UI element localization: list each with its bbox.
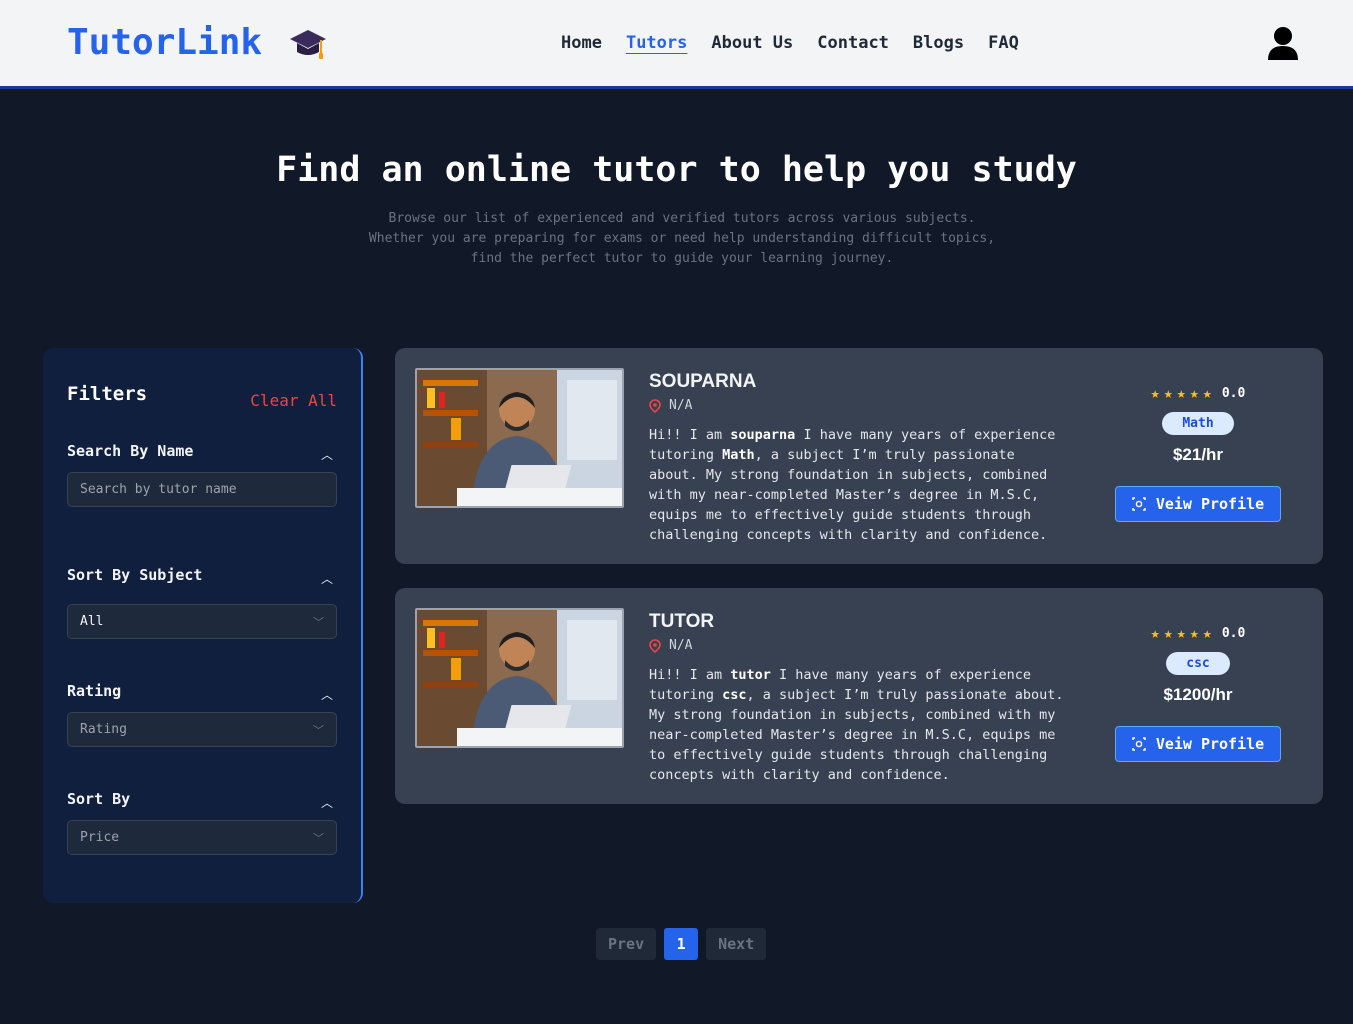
tutor-summary: ★ ★ ★ ★ ★ 0.0 Math $21/hr Veiw Profile (1114, 384, 1282, 522)
tutor-bio: Hi!! I am tutor I have many years of exp… (649, 665, 1069, 785)
rating-value: 0.0 (1221, 385, 1246, 401)
location-pin-icon (649, 638, 661, 653)
star-icon: ★ (1176, 384, 1186, 402)
search-by-name-label: Search By Name (67, 442, 194, 460)
bio-subject: csc (722, 687, 747, 703)
brand-logo[interactable]: TutorLink (67, 22, 262, 63)
view-profile-label: Veiw Profile (1155, 495, 1265, 513)
sort-by-select-value: Price (80, 830, 120, 845)
tutor-location: N/A (649, 398, 692, 413)
star-icon: ★ (1150, 384, 1160, 402)
page-title: Find an online tutor to help you study (276, 150, 1077, 190)
chevron-down-icon: ﹀ (313, 831, 324, 845)
eye-icon (1132, 737, 1146, 751)
chevron-down-icon: ﹀ (313, 615, 324, 629)
nav-blogs[interactable]: Blogs (913, 33, 964, 53)
pagination: Prev 1 Next (596, 928, 767, 960)
star-icon: ★ (1176, 624, 1186, 642)
prev-page-button[interactable]: Prev (596, 928, 657, 960)
star-icon: ★ (1150, 624, 1160, 642)
chevron-up-icon[interactable]: ︿ (321, 794, 333, 811)
subject-badge: Math (1162, 412, 1234, 435)
sort-by-subject-label: Sort By Subject (67, 566, 203, 584)
bio-subject: Math (722, 447, 755, 463)
star-icon: ★ (1163, 624, 1173, 642)
nav-tutors[interactable]: Tutors (626, 33, 687, 53)
chevron-up-icon[interactable]: ︿ (321, 686, 333, 703)
tutor-bio: Hi!! I am souparna I have many years of … (649, 425, 1069, 545)
star-icon: ★ (1202, 624, 1212, 642)
nav-about-us[interactable]: About Us (711, 33, 793, 53)
chevron-down-icon: ﹀ (313, 723, 324, 737)
star-icon: ★ (1189, 624, 1199, 642)
top-header: TutorLink Home Tutors About Us Contact B… (0, 0, 1353, 89)
nav-faq[interactable]: FAQ (988, 33, 1019, 53)
sort-by-select[interactable]: Price ﹀ (67, 820, 337, 855)
tutor-location-text: N/A (669, 638, 693, 653)
nav-contact[interactable]: Contact (817, 33, 889, 53)
subject-badge: csc (1166, 652, 1230, 675)
subtitle-line: Whether you are preparing for exams or n… (368, 231, 996, 246)
bio-text: Hi!! I am (649, 427, 731, 443)
star-icon: ★ (1163, 384, 1173, 402)
hourly-price: $1200/hr (1163, 685, 1233, 704)
subject-select-value: All (80, 614, 104, 629)
tutor-card: TUTOR N/A Hi!! I am tutor I have many ye… (395, 588, 1323, 804)
next-page-button[interactable]: Next (706, 928, 767, 960)
view-profile-button[interactable]: Veiw Profile (1115, 726, 1281, 762)
graduation-cap-icon (290, 30, 326, 59)
nav-home[interactable]: Home (561, 33, 602, 53)
tutor-location-text: N/A (669, 398, 693, 413)
location-pin-icon (649, 398, 661, 413)
clear-all-button[interactable]: Clear All (250, 391, 337, 410)
rating-stars: ★ ★ ★ ★ ★ 0.0 (1114, 384, 1282, 402)
subject-select[interactable]: All ﹀ (67, 604, 337, 639)
subtitle-line: Browse our list of experienced and verif… (388, 211, 976, 226)
tutor-location: N/A (649, 638, 692, 653)
tutor-card: SOUPARNA N/A Hi!! I am souparna I have m… (395, 348, 1323, 564)
tutor-name-search-input[interactable] (67, 472, 337, 507)
tutor-name[interactable]: SOUPARNA (649, 371, 756, 393)
rating-select[interactable]: Rating ﹀ (67, 712, 337, 747)
chevron-up-icon[interactable]: ︿ (321, 446, 333, 463)
tutor-photo (415, 368, 624, 508)
tutor-name[interactable]: TUTOR (649, 611, 714, 633)
filters-panel: Filters Clear All Search By Name ︿ Sort … (43, 348, 363, 903)
rating-value: 0.0 (1221, 625, 1246, 641)
bio-tutor-name: tutor (730, 667, 771, 683)
hourly-price: $21/hr (1172, 445, 1224, 464)
bio-tutor-name: souparna (730, 427, 796, 443)
chevron-up-icon[interactable]: ︿ (321, 570, 333, 587)
tutor-photo (415, 608, 624, 748)
page-number-button[interactable]: 1 (664, 928, 699, 960)
main-nav: Home Tutors About Us Contact Blogs FAQ (561, 33, 1019, 53)
star-icon: ★ (1189, 384, 1199, 402)
sort-by-label: Sort By (67, 790, 131, 808)
subtitle-line: find the perfect tutor to guide your lea… (470, 251, 894, 266)
page-subtitle: Browse our list of experienced and verif… (326, 209, 1038, 269)
rating-label: Rating (67, 682, 122, 700)
view-profile-button[interactable]: Veiw Profile (1115, 486, 1281, 522)
tutor-summary: ★ ★ ★ ★ ★ 0.0 csc $1200/hr Veiw Profile (1114, 624, 1282, 762)
eye-icon (1132, 497, 1146, 511)
star-icon: ★ (1202, 384, 1212, 402)
bio-text: Hi!! I am (649, 667, 731, 683)
filters-title: Filters (67, 383, 148, 405)
rating-select-value: Rating (80, 722, 127, 737)
user-account-icon[interactable] (1266, 26, 1300, 62)
rating-stars: ★ ★ ★ ★ ★ 0.0 (1114, 624, 1282, 642)
view-profile-label: Veiw Profile (1155, 735, 1265, 753)
